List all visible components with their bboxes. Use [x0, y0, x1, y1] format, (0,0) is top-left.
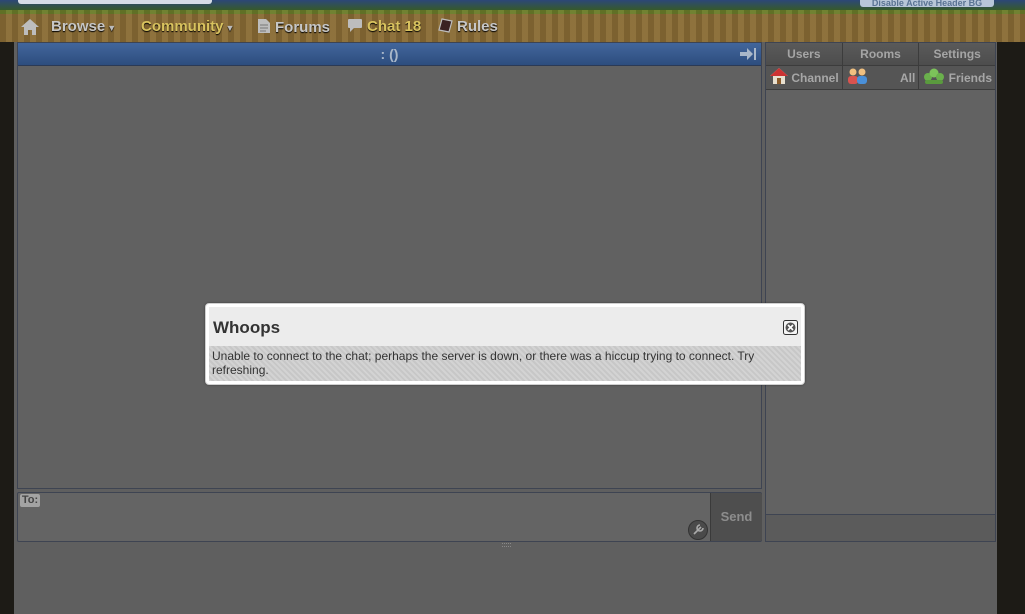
nav-rules[interactable]: Rules	[438, 18, 498, 36]
filter-friends[interactable]: Friends	[919, 66, 996, 89]
side-panel: Users Rooms Settings Channel All Friends	[765, 42, 996, 542]
house-icon	[769, 67, 789, 88]
filter-all-label: All	[900, 70, 916, 85]
home-icon	[20, 18, 40, 41]
side-panel-tabs: Users Rooms Settings	[766, 43, 996, 65]
nav-community[interactable]: Community ▼	[141, 18, 234, 36]
exit-chat-icon[interactable]	[739, 46, 757, 68]
filter-channel-label: Channel	[791, 70, 839, 85]
chevron-down-icon: ▼	[107, 23, 117, 33]
error-dialog-title: Whoops	[213, 318, 281, 337]
filter-channel[interactable]: Channel	[766, 66, 843, 89]
friends-icon	[922, 67, 946, 88]
send-button[interactable]: Send	[710, 493, 762, 541]
chevron-down-icon: ▼	[225, 23, 235, 33]
message-input[interactable]	[42, 495, 706, 541]
nav-chat[interactable]: Chat 18	[347, 18, 421, 36]
speech-bubble-icon	[347, 18, 363, 38]
chat-message-pane: : ()	[17, 42, 762, 489]
close-icon[interactable]	[783, 320, 798, 335]
disable-header-bg-button[interactable]: Disable Active Header BG	[860, 0, 994, 7]
error-dialog: Whoops Unable to connect to the chat; pe…	[205, 303, 805, 385]
resize-grip[interactable]	[502, 543, 511, 547]
user-filter-row: Channel All Friends	[766, 65, 996, 90]
nav-community-label: Community	[141, 18, 224, 35]
book-icon	[438, 18, 453, 38]
nav-home[interactable]	[20, 18, 44, 36]
tab-settings[interactable]: Settings	[919, 43, 996, 65]
site-search-bar[interactable]	[18, 0, 212, 4]
error-dialog-header: Whoops	[209, 307, 801, 346]
tab-rooms[interactable]: Rooms	[842, 43, 920, 65]
message-compose-area: To: Send	[17, 492, 762, 542]
people-icon	[846, 67, 870, 88]
to-label[interactable]: To:	[20, 494, 40, 507]
tab-users[interactable]: Users	[766, 43, 843, 65]
side-panel-footer	[766, 514, 995, 541]
right-rail	[997, 42, 1025, 614]
wrench-icon[interactable]	[688, 520, 708, 540]
chat-title: : ()	[380, 46, 399, 62]
nav-forums-label: Forums	[275, 19, 331, 36]
chat-title-bar: : ()	[18, 43, 761, 66]
error-dialog-message: Unable to connect to the chat; perhaps t…	[209, 346, 801, 381]
filter-all[interactable]: All	[842, 66, 920, 89]
nav-browse-label: Browse	[51, 18, 106, 35]
left-rail	[0, 42, 14, 614]
document-icon	[257, 18, 271, 39]
nav-browse[interactable]: Browse ▼	[51, 18, 116, 36]
nav-rules-label: Rules	[457, 18, 498, 35]
filter-friends-label: Friends	[948, 70, 993, 85]
nav-forums[interactable]: Forums	[257, 18, 330, 36]
nav-chat-label: Chat 18	[367, 18, 422, 35]
